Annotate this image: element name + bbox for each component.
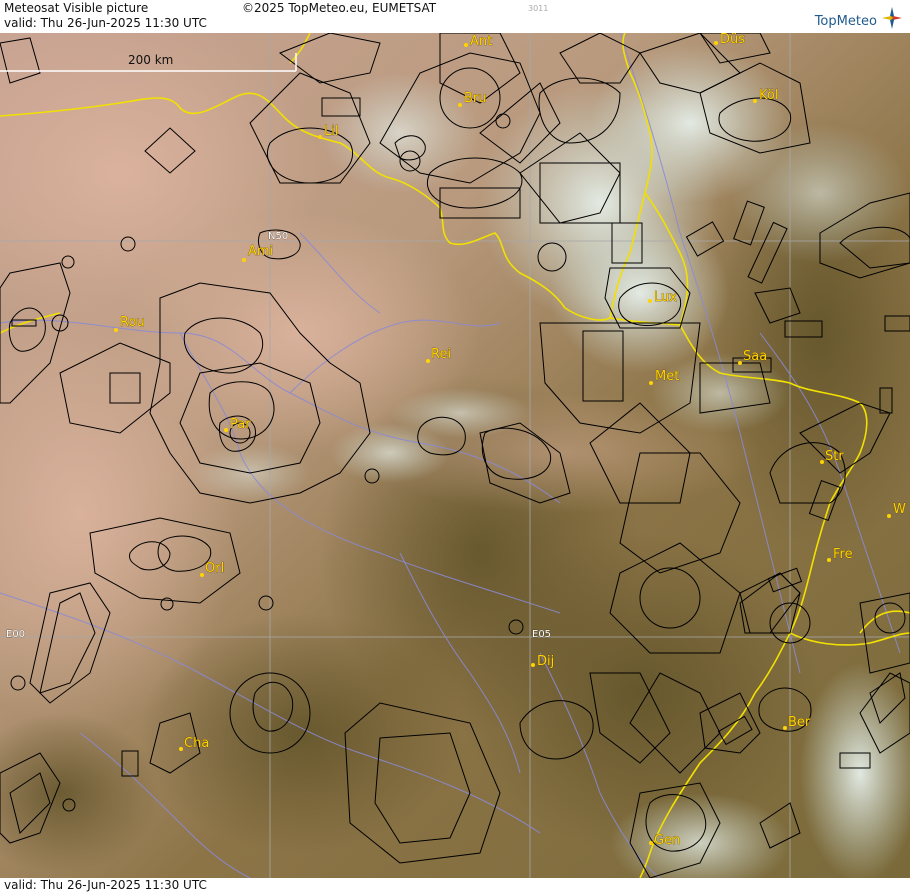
city-label-gen: Gen <box>654 833 680 848</box>
scale-label: 200 km <box>128 53 173 67</box>
grid-label-n50: N50 <box>268 231 288 242</box>
city-label-str: Str <box>825 449 844 464</box>
city-marker[interactable]: Cha <box>179 736 210 751</box>
topmeteo-logo[interactable]: TopMeteo <box>815 7 902 29</box>
footer-valid-time: valid: Thu 26-Jun-2025 11:30 UTC <box>4 878 207 892</box>
city-label-cha: Cha <box>184 736 209 751</box>
city-label-rei: Rei <box>431 347 451 362</box>
copyright-text: ©2025 TopMeteo.eu, EUMETSAT <box>242 1 437 15</box>
header-bar: Meteosat Visible picture valid: Thu 26-J… <box>0 0 910 34</box>
grid-label-e05: E05 <box>532 629 551 640</box>
city-label-ant: Ant <box>470 34 492 49</box>
city-label-bru: Bru <box>464 91 487 106</box>
city-marker[interactable]: Saa <box>738 349 767 365</box>
city-label-ami: Ami <box>248 244 273 259</box>
city-label-kol: Köl <box>759 88 778 103</box>
city-label-dus: Düs <box>720 33 745 47</box>
map-title: Meteosat Visible picture <box>4 1 149 15</box>
city-label-ber: Ber <box>788 715 811 730</box>
city-label-lil: Lil <box>324 124 338 139</box>
compass-icon <box>882 7 902 29</box>
city-label-orl: Orl <box>205 561 224 576</box>
valid-time: valid: Thu 26-Jun-2025 11:30 UTC <box>4 16 207 30</box>
city-marker[interactable]: Gen <box>649 833 681 848</box>
image-code: 3011 <box>528 4 549 13</box>
city-label-w: W <box>893 502 906 517</box>
city-label-lux: Lux <box>654 290 677 305</box>
map-canvas: N50 E00 E05 200 km Ant Düs Bru Köl Lil A… <box>0 33 910 878</box>
satellite-map[interactable]: N50 E00 E05 200 km Ant Düs Bru Köl Lil A… <box>0 33 910 878</box>
city-label-saa: Saa <box>743 349 767 364</box>
city-label-dij: Dij <box>537 654 554 669</box>
city-label-par: Par <box>230 417 251 432</box>
city-marker[interactable]: Ber <box>783 715 811 730</box>
footer-bar: valid: Thu 26-Jun-2025 11:30 UTC <box>0 878 910 893</box>
map-frame: Meteosat Visible picture valid: Thu 26-J… <box>0 0 910 893</box>
logo-text: TopMeteo <box>814 14 877 29</box>
city-label-rou: Rou <box>120 315 145 330</box>
city-label-met: Met <box>655 369 679 384</box>
city-label-fre: Fre <box>833 547 853 562</box>
grid-label-e00: E00 <box>6 629 25 640</box>
